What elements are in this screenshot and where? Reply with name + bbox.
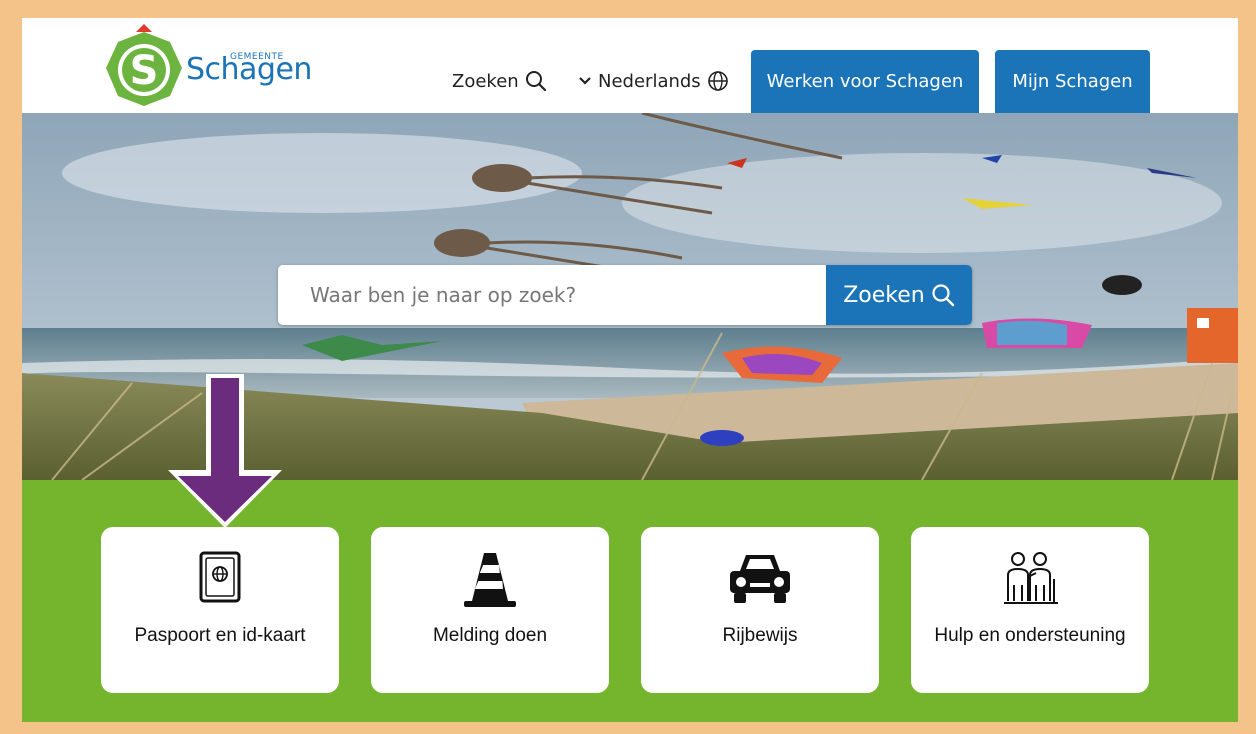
logo-title: Schagen <box>186 52 312 87</box>
mijn-schagen-label: Mijn Schagen <box>1012 71 1133 92</box>
tile-paspoort[interactable]: Paspoort en id-kaart <box>101 527 339 693</box>
hero-search-input[interactable] <box>278 265 826 325</box>
search-icon <box>932 284 954 307</box>
tile-icon-wrap <box>911 549 1149 609</box>
mijn-schagen-button[interactable]: Mijn Schagen <box>995 50 1150 113</box>
tile-label: Rijbewijs <box>722 625 798 646</box>
tile-hulp[interactable]: Hulp en ondersteuning <box>911 527 1149 693</box>
hero-search-bar: Zoeken <box>278 265 972 325</box>
traffic-cone-icon <box>464 553 516 607</box>
tile-label: Melding doen <box>432 625 548 646</box>
tile-label: Paspoort en id-kaart <box>134 625 306 646</box>
search-icon <box>525 71 546 92</box>
arrow-down-icon <box>168 374 282 528</box>
hero-search-button-label: Zoeken <box>843 282 925 308</box>
header-search-link[interactable]: Zoeken <box>452 70 547 92</box>
page: S GEMEENTE Schagen Zoeken Nederlands Wer… <box>22 18 1238 722</box>
site-header: S GEMEENTE Schagen Zoeken Nederlands Wer… <box>22 18 1238 113</box>
work-for-schagen-label: Werken voor Schagen <box>766 71 964 92</box>
language-selector[interactable]: Nederlands <box>578 70 729 92</box>
chevron-down-icon <box>579 77 591 85</box>
passport-icon <box>199 551 241 603</box>
tile-label: Hulp en ondersteuning <box>934 625 1126 646</box>
header-search-label: Zoeken <box>452 70 519 92</box>
language-label: Nederlands <box>598 70 701 92</box>
car-icon <box>730 555 790 603</box>
svg-text:S: S <box>130 48 159 94</box>
tile-icon-wrap <box>641 549 879 609</box>
logo-emblem-icon: S <box>106 24 182 106</box>
tile-icon-wrap <box>101 549 339 609</box>
tile-icon-wrap <box>371 549 609 609</box>
tile-rijbewijs[interactable]: Rijbewijs <box>641 527 879 693</box>
work-for-schagen-button[interactable]: Werken voor Schagen <box>751 50 979 113</box>
people-support-icon <box>1004 552 1058 604</box>
logo[interactable]: S GEMEENTE Schagen <box>100 22 312 110</box>
globe-icon <box>707 71 728 91</box>
hero-search-button[interactable]: Zoeken <box>826 265 972 325</box>
tile-melding[interactable]: Melding doen <box>371 527 609 693</box>
